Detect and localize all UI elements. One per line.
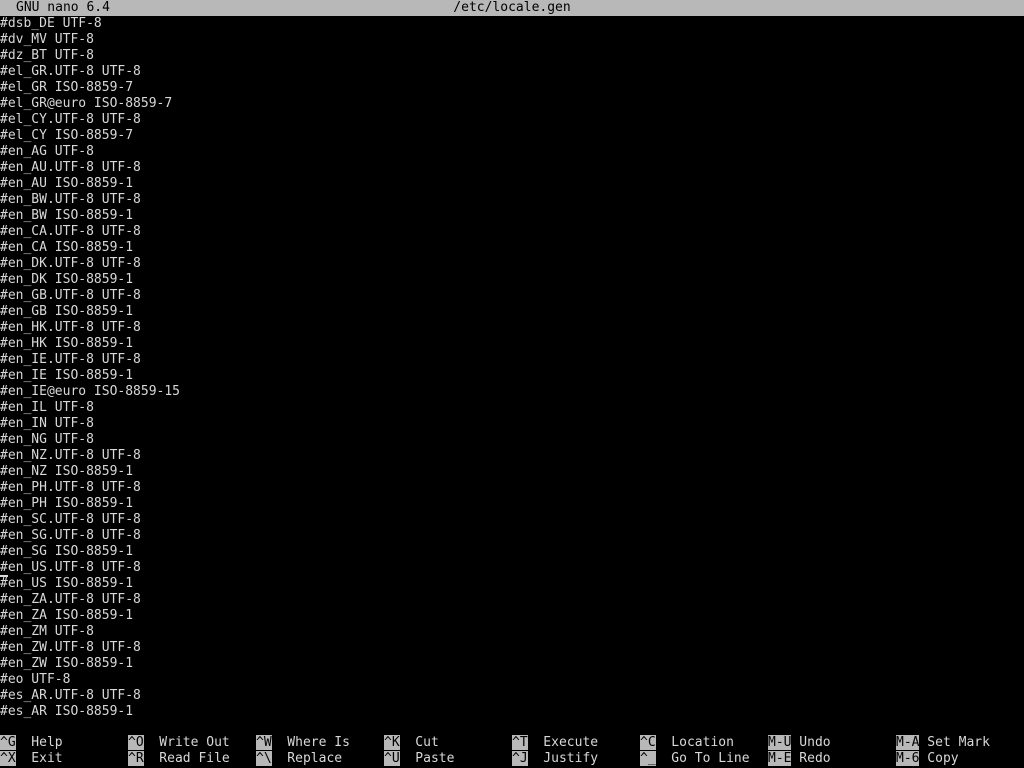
text-line[interactable]: #en_BW.UTF-8 UTF-8 <box>0 192 141 208</box>
text-line[interactable]: #en_US.UTF-8 UTF-8 <box>0 560 141 577</box>
text-line[interactable]: #en_IE ISO-8859-1 <box>0 368 133 384</box>
text-line[interactable]: #en_US ISO-8859-1 <box>0 576 133 592</box>
text-line[interactable]: #en_IE.UTF-8 UTF-8 <box>0 352 141 368</box>
text-line[interactable]: #dz_BT UTF-8 <box>0 48 94 64</box>
shortcut-key: ^C <box>640 735 656 750</box>
shortcut-copy[interactable]: M-6 Copy <box>896 751 959 767</box>
text-line[interactable]: #el_CY.UTF-8 UTF-8 <box>0 112 141 128</box>
text-line[interactable]: #en_DK ISO-8859-1 <box>0 272 133 288</box>
shortcut-key: ^X <box>0 751 16 766</box>
shortcut-help[interactable]: ^G Help <box>0 735 63 751</box>
text-line[interactable]: #en_CA.UTF-8 UTF-8 <box>0 224 141 240</box>
shortcut-key: ^\ <box>256 751 272 766</box>
shortcut-cut[interactable]: ^K Cut <box>384 735 439 751</box>
text-line[interactable]: #en_ZW ISO-8859-1 <box>0 656 133 672</box>
text-line[interactable]: #en_CA ISO-8859-1 <box>0 240 133 256</box>
title-bar: GNU nano 6.4 /etc/locale.gen <box>0 0 1024 16</box>
text-line[interactable]: #en_IN UTF-8 <box>0 416 94 432</box>
text-line[interactable]: #el_CY ISO-8859-7 <box>0 128 133 144</box>
text-line[interactable]: #dsb_DE UTF-8 <box>0 16 102 32</box>
text-line[interactable]: #el_GR@euro ISO-8859-7 <box>0 96 172 112</box>
text-line[interactable]: #en_NG UTF-8 <box>0 432 94 448</box>
shortcut-execute[interactable]: ^T Execute <box>512 735 598 751</box>
text-line[interactable]: #es_AR ISO-8859-1 <box>0 704 133 720</box>
shortcut-key: ^W <box>256 735 272 750</box>
shortcut-key: M-A <box>896 735 920 750</box>
terminal-screen[interactable]: GNU nano 6.4 /etc/locale.gen #dsb_DE UTF… <box>0 0 1024 768</box>
shortcut-label: Copy <box>919 751 959 766</box>
text-line[interactable]: #en_PH.UTF-8 UTF-8 <box>0 480 141 496</box>
shortcut-key: ^_ <box>640 751 656 766</box>
shortcut-label: Replace <box>271 751 343 766</box>
text-line[interactable]: #eo UTF-8 <box>0 672 70 688</box>
shortcut-label: Undo <box>791 735 831 750</box>
shortcut-label: Justify <box>527 751 599 766</box>
text-line[interactable]: #es_AR.UTF-8 UTF-8 <box>0 688 141 704</box>
shortcut-key: ^G <box>0 735 16 750</box>
shortcut-label: Where Is <box>271 735 350 750</box>
text-line[interactable]: #el_GR ISO-8859-7 <box>0 80 133 96</box>
text-line[interactable]: #en_HK.UTF-8 UTF-8 <box>0 320 141 336</box>
shortcut-redo[interactable]: M-E Redo <box>768 751 831 767</box>
shortcut-key: ^T <box>512 735 528 750</box>
shortcut-label: Go To Line <box>655 751 750 766</box>
text-line[interactable]: #en_SG.UTF-8 UTF-8 <box>0 528 141 544</box>
shortcut-key: ^O <box>128 735 144 750</box>
text-line[interactable]: #en_DK.UTF-8 UTF-8 <box>0 256 141 272</box>
shortcut-label: Help <box>15 735 63 750</box>
shortcut-go-to-line[interactable]: ^_ Go To Line <box>640 751 750 767</box>
shortcut-replace[interactable]: ^\ Replace <box>256 751 342 767</box>
text-line[interactable]: #en_ZA.UTF-8 UTF-8 <box>0 592 141 608</box>
shortcut-key: M-E <box>768 751 792 766</box>
text-line[interactable]: #en_BW ISO-8859-1 <box>0 208 133 224</box>
text-line[interactable]: #en_NZ ISO-8859-1 <box>0 464 133 480</box>
file-name: /etc/locale.gen <box>453 0 571 15</box>
shortcut-key: ^U <box>384 751 400 766</box>
shortcut-undo[interactable]: M-U Undo <box>768 735 831 751</box>
shortcut-set-mark[interactable]: M-A Set Mark <box>896 735 990 751</box>
shortcut-label: Paste <box>399 751 455 766</box>
shortcut-exit[interactable]: ^X Exit <box>0 751 63 767</box>
text-line[interactable]: #en_AG UTF-8 <box>0 144 94 160</box>
shortcut-location[interactable]: ^C Location <box>640 735 734 751</box>
shortcut-key: ^K <box>384 735 400 750</box>
text-line[interactable]: #en_SC.UTF-8 UTF-8 <box>0 512 141 528</box>
text-cursor: # <box>0 560 8 577</box>
shortcut-key: ^R <box>128 751 144 766</box>
text-line[interactable]: #en_NZ.UTF-8 UTF-8 <box>0 448 141 464</box>
text-line[interactable]: #en_SG ISO-8859-1 <box>0 544 133 560</box>
text-line[interactable]: #en_IL UTF-8 <box>0 400 94 416</box>
text-line[interactable]: #el_GR.UTF-8 UTF-8 <box>0 64 141 80</box>
shortcut-justify[interactable]: ^J Justify <box>512 751 598 767</box>
shortcut-paste[interactable]: ^U Paste <box>384 751 454 767</box>
shortcut-label: Exit <box>15 751 63 766</box>
text-line[interactable]: #en_ZA ISO-8859-1 <box>0 608 133 624</box>
text-line[interactable]: #en_ZW.UTF-8 UTF-8 <box>0 640 141 656</box>
text-line-rest: en_US.UTF-8 UTF-8 <box>7 560 141 575</box>
shortcut-label: Set Mark <box>919 735 990 750</box>
shortcut-label: Execute <box>527 735 599 750</box>
shortcut-label: Write Out <box>143 735 230 750</box>
text-line[interactable]: #en_AU ISO-8859-1 <box>0 176 133 192</box>
shortcut-label: Read File <box>143 751 230 766</box>
text-line[interactable]: #en_HK ISO-8859-1 <box>0 336 133 352</box>
text-line[interactable]: #en_IE@euro ISO-8859-15 <box>0 384 180 400</box>
text-line[interactable]: #en_GB ISO-8859-1 <box>0 304 133 320</box>
shortcut-label: Cut <box>399 735 439 750</box>
shortcut-key: ^J <box>512 751 528 766</box>
text-line[interactable]: #en_PH ISO-8859-1 <box>0 496 133 512</box>
text-line[interactable]: #en_AU.UTF-8 UTF-8 <box>0 160 141 176</box>
shortcut-write-out[interactable]: ^O Write Out <box>128 735 230 751</box>
text-line[interactable]: #en_GB.UTF-8 UTF-8 <box>0 288 141 304</box>
shortcut-key: M-U <box>768 735 792 750</box>
text-line[interactable]: #dv_MV UTF-8 <box>0 32 94 48</box>
text-line[interactable]: #en_ZM UTF-8 <box>0 624 94 640</box>
shortcut-label: Location <box>655 735 734 750</box>
shortcut-where-is[interactable]: ^W Where Is <box>256 735 350 751</box>
shortcut-key: M-6 <box>896 751 920 766</box>
shortcut-read-file[interactable]: ^R Read File <box>128 751 230 767</box>
shortcut-label: Redo <box>791 751 831 766</box>
